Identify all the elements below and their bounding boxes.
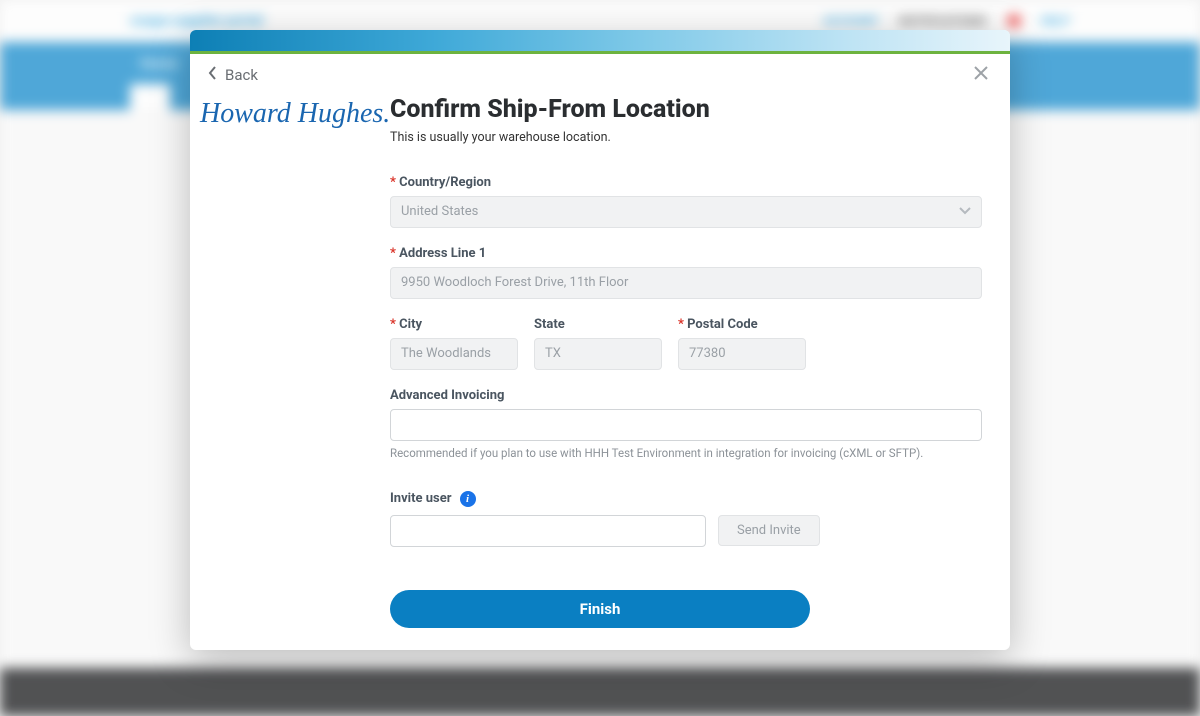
invite-user-input[interactable]	[390, 515, 706, 547]
info-icon[interactable]: i	[460, 491, 476, 507]
bg-nav-home: Home	[140, 56, 178, 72]
invite-user-label: Invite user	[390, 491, 452, 506]
bg-help-link: HELP	[1041, 14, 1070, 28]
address1-label: Address Line 1	[390, 246, 982, 261]
send-invite-button[interactable]: Send Invite	[718, 515, 820, 546]
modal-title: Confirm Ship-From Location	[390, 96, 982, 124]
city-field[interactable]: The Woodlands	[390, 338, 518, 370]
state-label: State	[534, 317, 662, 332]
bg-logo: coupa supplier portal	[130, 13, 263, 29]
state-field[interactable]: TX	[534, 338, 662, 370]
advanced-invoicing-help: Recommended if you plan to use with HHH …	[390, 445, 982, 461]
customer-logo: Howard Hughes.	[196, 100, 382, 128]
close-icon	[972, 64, 990, 86]
notification-dot-icon	[1007, 14, 1021, 28]
postal-label: Postal Code	[678, 317, 806, 332]
ship-from-modal: Back Howard Hughes. Confirm Ship-From Lo…	[190, 30, 1010, 650]
address1-value: 9950 Woodloch Forest Drive, 11th Floor	[401, 275, 628, 290]
postal-field[interactable]: 77380	[678, 338, 806, 370]
country-value: United States	[401, 204, 478, 219]
finish-button[interactable]: Finish	[390, 590, 810, 628]
country-label: Country/Region	[390, 175, 982, 190]
country-select[interactable]: United States	[390, 196, 982, 228]
modal-brand-stripe	[190, 30, 1010, 54]
bg-account-link: ACCOUNT	[823, 14, 878, 28]
address1-field[interactable]: 9950 Woodloch Forest Drive, 11th Floor	[390, 267, 982, 299]
bg-notifications-link: NOTIFICATIONS	[899, 14, 987, 28]
back-button-label: Back	[225, 66, 258, 84]
postal-value: 77380	[689, 346, 726, 361]
close-button[interactable]	[970, 64, 992, 86]
advanced-invoicing-input[interactable]	[390, 409, 982, 441]
modal-subtitle: This is usually your warehouse location.	[390, 130, 982, 145]
chevron-down-icon	[959, 204, 971, 219]
city-value: The Woodlands	[401, 346, 491, 361]
city-label: City	[390, 317, 518, 332]
state-value: TX	[545, 346, 561, 361]
advanced-invoicing-label: Advanced Invoicing	[390, 388, 982, 403]
chevron-left-icon	[208, 66, 217, 84]
back-button[interactable]: Back	[208, 66, 258, 84]
